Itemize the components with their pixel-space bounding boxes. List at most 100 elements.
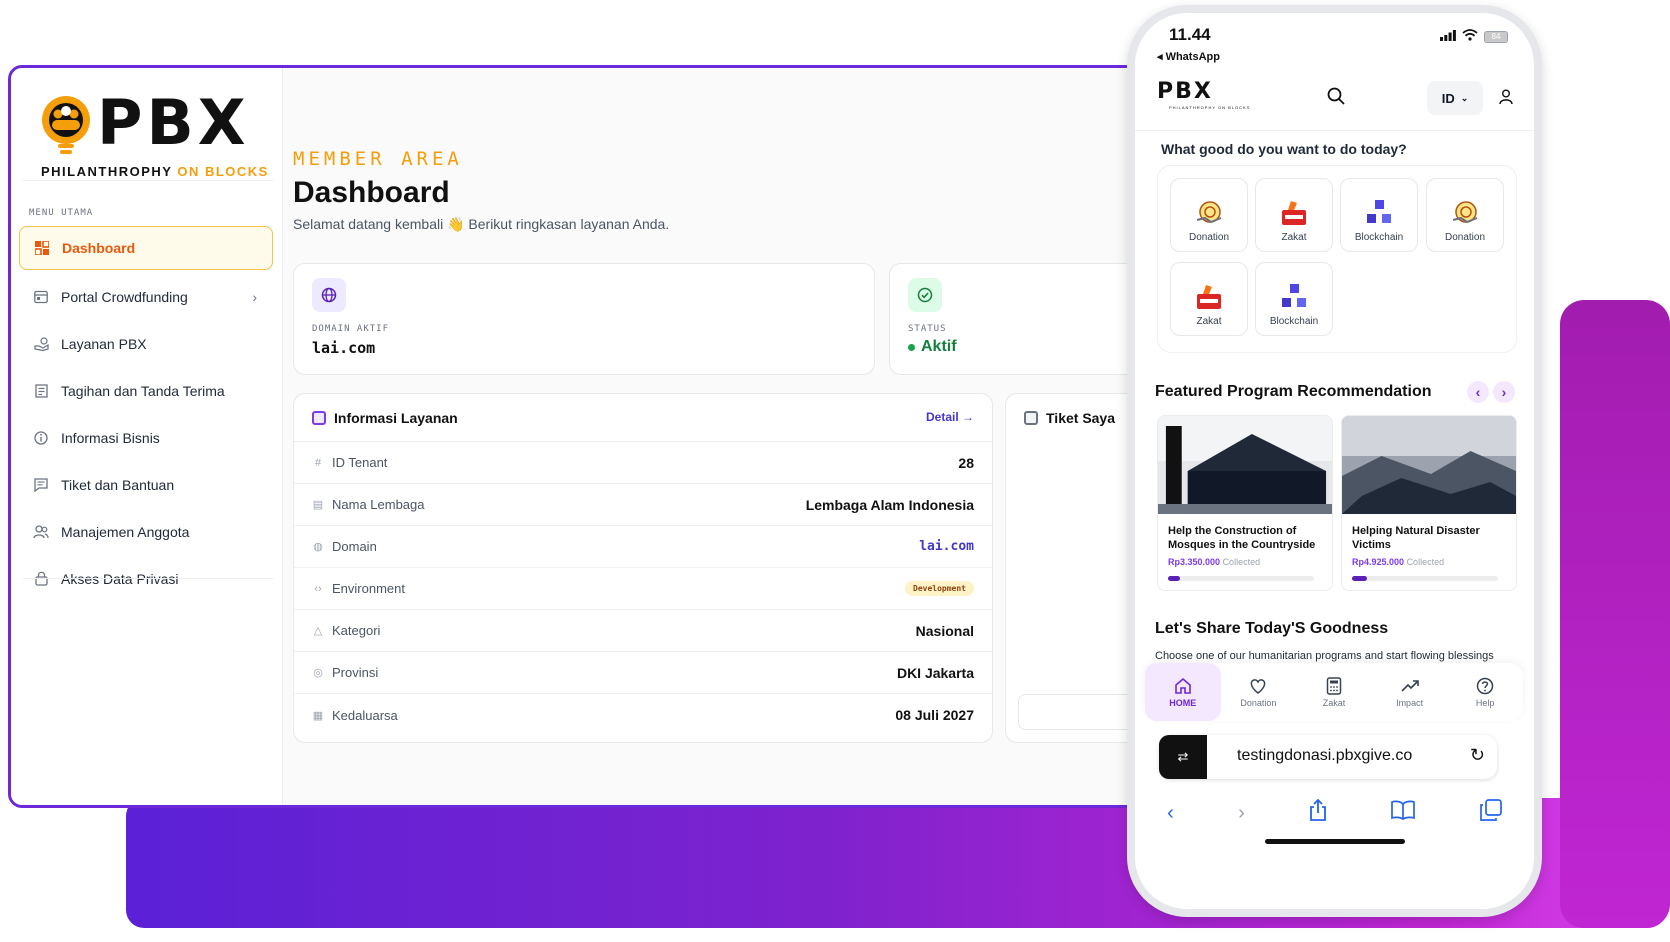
status-value: Aktif [921, 338, 957, 355]
desktop-window: PBX PHILANTHROPHY ON BLOCKS MENU UTAMA D… [8, 65, 1248, 808]
sidebar-item-informasi-bisnis[interactable]: Informasi Bisnis [19, 414, 273, 461]
domain-value: lai.com [312, 339, 376, 357]
calculator-icon [1326, 676, 1342, 695]
category-donation[interactable]: Donation [1426, 178, 1504, 252]
carousel-prev-button[interactable]: ‹ [1467, 381, 1489, 403]
ticket-icon [1024, 411, 1038, 425]
category-zakat[interactable]: Zakat [1255, 178, 1333, 252]
domain-link[interactable]: lai.com [919, 539, 974, 554]
divider [23, 578, 273, 579]
row-value: Lembaga Alam Indonesia [805, 496, 974, 513]
check-circle-icon [908, 278, 942, 312]
sidebar-item-label: Tagihan dan Tanda Terima [61, 382, 225, 399]
category-blockchain[interactable]: Blockchain [1340, 178, 1418, 252]
window-icon [33, 289, 49, 305]
language-selector[interactable]: ID ⌄ [1427, 81, 1483, 115]
detail-link[interactable]: Detail → [926, 410, 974, 424]
program-image [1158, 416, 1332, 514]
page-title: Dashboard [293, 176, 450, 209]
program-image [1342, 416, 1516, 514]
tabs-icon[interactable] [1479, 799, 1502, 827]
tab-label: Help [1475, 697, 1495, 708]
tab-donation[interactable]: Donation [1221, 663, 1297, 721]
status-icons: 84 [1440, 29, 1508, 44]
tab-help[interactable]: Help [1447, 663, 1523, 721]
program-title: Help the Construction of Mosques in the … [1168, 525, 1316, 551]
share-title: Let's Share Today'S Goodness [1155, 620, 1389, 637]
sidebar-item-tiket-bantuan[interactable]: Tiket dan Bantuan [19, 461, 273, 508]
category-label: Donation [1188, 232, 1230, 243]
carousel-next-button[interactable]: › [1493, 381, 1515, 403]
sidebar-item-dashboard[interactable]: Dashboard [19, 226, 273, 270]
category-label: Blockchain [1269, 316, 1319, 327]
category-donation[interactable]: Donation [1170, 178, 1248, 252]
category-label: Zakat [1196, 316, 1222, 327]
logo-bulb-icon [42, 96, 90, 154]
users-icon [33, 524, 49, 540]
grid-icon [34, 240, 50, 256]
tab-impact[interactable]: Impact [1372, 663, 1448, 721]
category-zakat[interactable]: Zakat [1170, 262, 1248, 336]
logo-wordmark: PBX [97, 86, 250, 159]
phone-frame: 11.44 ◂ WhatsApp 84 PBX PHILANTHROPHY ON… [1127, 5, 1542, 917]
share-icon[interactable] [1309, 798, 1327, 827]
back-icon[interactable]: ‹ [1167, 802, 1174, 825]
tab-label: HOME [1169, 697, 1197, 708]
translate-icon[interactable]: ⇄ [1159, 735, 1207, 779]
sidebar-item-layanan-pbx[interactable]: Layanan PBX [19, 320, 273, 367]
receipt-icon [33, 383, 49, 399]
hand-coin-icon [33, 336, 49, 352]
battery-icon: 84 [1484, 30, 1508, 43]
signal-icon [1440, 29, 1456, 44]
category-label: Donation [1444, 232, 1486, 243]
tab-zakat[interactable]: Zakat [1296, 663, 1372, 721]
forward-icon[interactable]: › [1238, 802, 1245, 825]
status-dot [908, 343, 915, 351]
sidebar: PBX PHILANTHROPHY ON BLOCKS MENU UTAMA D… [11, 68, 283, 805]
server-icon [312, 410, 326, 425]
row-key: Nama Lembaga [332, 497, 425, 512]
app-logo[interactable]: PBX [1157, 79, 1213, 104]
category-blockchain[interactable]: Blockchain [1255, 262, 1333, 336]
row-value: 08 Juli 2027 [895, 707, 974, 723]
reload-icon[interactable]: ↻ [1470, 745, 1485, 766]
table-row: ▦ Kedaluarsa 08 Juli 2027 [294, 694, 992, 736]
bookmarks-icon[interactable] [1391, 800, 1416, 826]
browser-url-bar[interactable]: ⇄ testingdonasi.pbxgive.co ↻ [1159, 735, 1497, 779]
table-row: △ Kategori Nasional [294, 610, 992, 652]
tab-home[interactable]: HOME [1145, 663, 1221, 721]
sidebar-item-label: Tiket dan Bantuan [61, 476, 175, 493]
building-icon: ▤ [312, 499, 324, 511]
row-key: Domain [332, 539, 377, 554]
page-eyebrow: MEMBER AREA [293, 148, 463, 170]
globe-icon: ◍ [313, 541, 323, 553]
service-info-title: Informasi Layanan [334, 409, 458, 426]
logo-tagline: PHILANTHROPHY ON BLOCKS [41, 164, 269, 179]
sidebar-item-tagihan[interactable]: Tagihan dan Tanda Terima [19, 367, 273, 414]
donation-icon [1196, 201, 1222, 224]
program-card[interactable]: Help the Construction of Mosques in the … [1157, 415, 1333, 591]
home-indicator[interactable] [1265, 839, 1405, 844]
domain-label: DOMAIN AKTIF [312, 324, 390, 334]
logo[interactable]: PBX PHILANTHROPHY ON BLOCKS [39, 86, 267, 192]
blockchain-icon [1282, 284, 1306, 307]
status-badge: Aktif [908, 338, 957, 356]
browser-toolbar: ‹ › [1135, 785, 1534, 841]
search-icon[interactable] [1327, 87, 1345, 110]
service-info-card: Informasi Layanan Detail → # ID Tenant 28… [293, 393, 993, 743]
category-label: Blockchain [1354, 232, 1404, 243]
user-icon[interactable] [1499, 89, 1513, 110]
program-card[interactable]: Helping Natural Disaster Victims Rp4.925… [1341, 415, 1517, 591]
divider [23, 180, 273, 181]
main-content: MEMBER AREA Dashboard Selamat datang kem… [283, 68, 1245, 805]
sidebar-item-label: Informasi Bisnis [61, 429, 160, 446]
back-to-app-link[interactable]: ◂ WhatsApp [1157, 50, 1220, 63]
sidebar-item-portal-crowdfunding[interactable]: Portal Crowdfunding › [19, 273, 273, 320]
program-progress-fill [1352, 576, 1367, 581]
menu-section-title: MENU UTAMA [29, 208, 94, 218]
sidebar-item-manajemen-anggota[interactable]: Manajemen Anggota [19, 508, 273, 555]
table-row: ◎ Provinsi DKI Jakarta [294, 652, 992, 694]
calendar-icon: ▦ [312, 709, 324, 722]
info-icon [33, 430, 49, 446]
tab-label: Donation [1240, 697, 1277, 708]
